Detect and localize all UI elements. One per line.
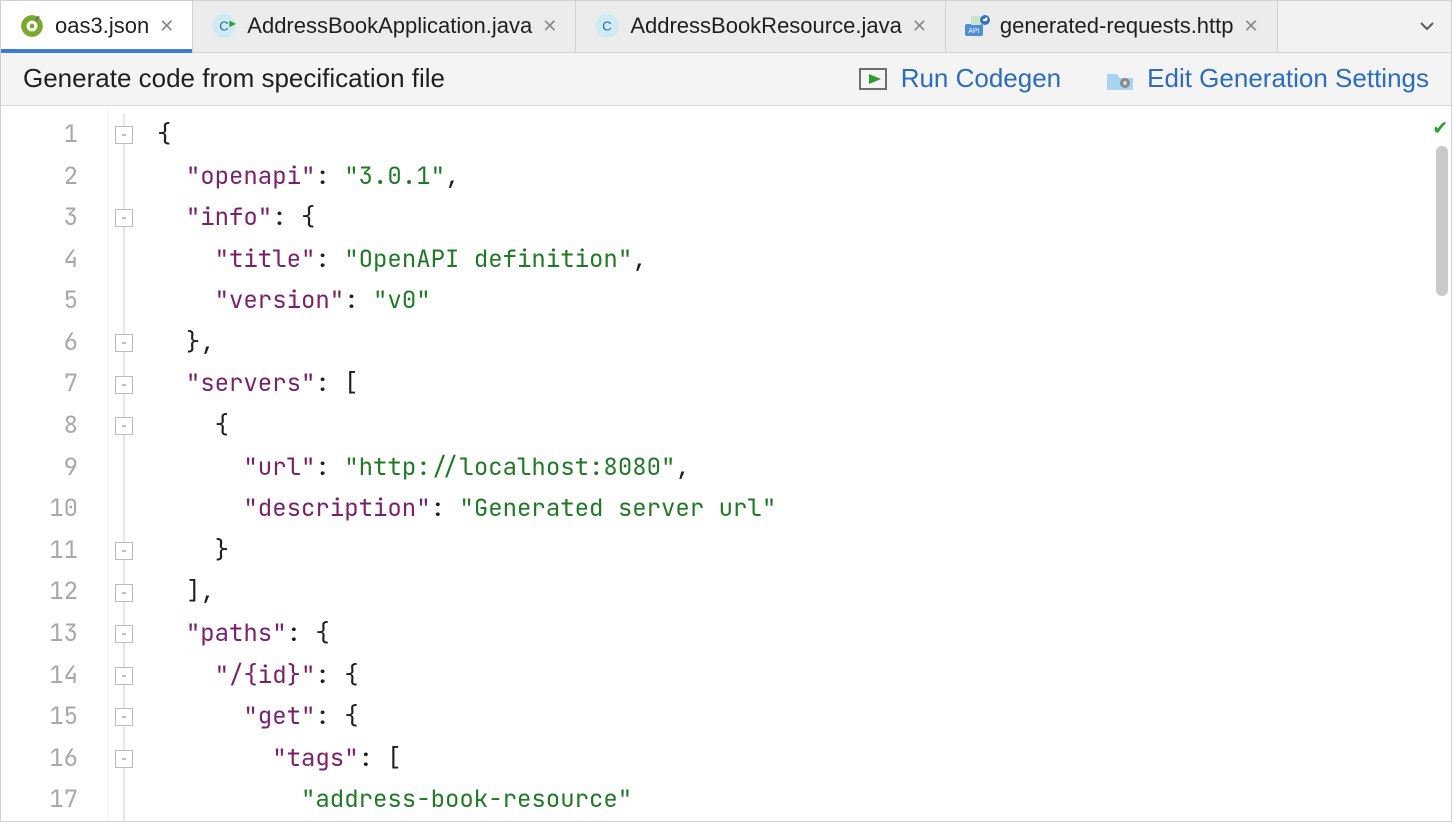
line-number: 1 bbox=[1, 114, 108, 156]
code-line: { bbox=[157, 114, 1451, 156]
codegen-banner: Generate code from specification file Ru… bbox=[1, 53, 1451, 106]
fold-toggle[interactable]: − bbox=[115, 667, 133, 685]
code-line: "servers": [ bbox=[157, 363, 1451, 405]
code-line: "info": { bbox=[157, 197, 1451, 239]
edit-generation-settings-link[interactable]: Edit Generation Settings bbox=[1105, 63, 1429, 94]
openapi-icon bbox=[19, 13, 45, 39]
line-number: 11 bbox=[1, 530, 108, 572]
scrollbar-thumb[interactable] bbox=[1436, 146, 1448, 296]
line-number: 15 bbox=[1, 696, 108, 738]
tab-label: generated-requests.http bbox=[1000, 13, 1234, 39]
folder-gear-icon bbox=[1105, 66, 1135, 92]
line-number: 2 bbox=[1, 156, 108, 198]
tab-generated-requests[interactable]: API generated-requests.http ✕ bbox=[946, 1, 1278, 52]
code-line: }, bbox=[157, 322, 1451, 364]
tab-label: AddressBookApplication.java bbox=[247, 13, 532, 39]
java-run-icon: C bbox=[211, 13, 237, 39]
fold-toggle[interactable]: − bbox=[115, 542, 133, 560]
code-area[interactable]: { "openapi": "3.0.1", "info": { "title":… bbox=[109, 106, 1451, 821]
fold-toggle[interactable]: − bbox=[115, 417, 133, 435]
code-line: "description": "Generated server url" bbox=[157, 488, 1451, 530]
fold-toggle[interactable]: − bbox=[115, 209, 133, 227]
tab-label: oas3.json bbox=[55, 13, 149, 39]
inspection-ok-icon: ✔ bbox=[1434, 112, 1447, 141]
java-class-icon: C bbox=[594, 13, 620, 39]
line-number: 12 bbox=[1, 571, 108, 613]
line-number: 5 bbox=[1, 280, 108, 322]
tab-label: AddressBookResource.java bbox=[630, 13, 901, 39]
close-icon[interactable]: ✕ bbox=[1244, 17, 1259, 35]
fold-toggle[interactable]: − bbox=[115, 376, 133, 394]
code-line: "address-book-resource" bbox=[157, 779, 1451, 821]
code-line: } bbox=[157, 530, 1451, 572]
line-number: 13 bbox=[1, 613, 108, 655]
code-line: "url": "http://localhost:8080", bbox=[157, 447, 1451, 489]
error-stripe: ✔ bbox=[1433, 106, 1451, 821]
code-line: "title": "OpenAPI definition", bbox=[157, 239, 1451, 281]
fold-toggle[interactable]: − bbox=[115, 750, 133, 768]
line-number: 4 bbox=[1, 239, 108, 281]
tab-addressbook-resource[interactable]: C AddressBookResource.java ✕ bbox=[576, 1, 946, 52]
code-line: "openapi": "3.0.1", bbox=[157, 156, 1451, 198]
run-codegen-label: Run Codegen bbox=[901, 63, 1061, 94]
code-line: "get": { bbox=[157, 696, 1451, 738]
svg-text:API: API bbox=[968, 28, 979, 35]
code-line: ], bbox=[157, 571, 1451, 613]
code-line: { bbox=[157, 405, 1451, 447]
editor-window: oas3.json ✕ C AddressBookApplication.jav… bbox=[0, 0, 1452, 822]
run-codegen-link[interactable]: Run Codegen bbox=[859, 63, 1061, 94]
code-line: "/{id}": { bbox=[157, 655, 1451, 697]
line-number: 3 bbox=[1, 197, 108, 239]
gutter: 1234567891011121314151617 bbox=[1, 106, 109, 821]
run-icon bbox=[859, 66, 889, 92]
http-api-icon: API bbox=[964, 13, 990, 39]
svg-text:C: C bbox=[603, 19, 612, 34]
close-icon[interactable]: ✕ bbox=[542, 17, 557, 35]
line-number: 16 bbox=[1, 738, 108, 780]
fold-toggle[interactable]: − bbox=[115, 708, 133, 726]
tab-bar: oas3.json ✕ C AddressBookApplication.jav… bbox=[1, 1, 1451, 53]
line-number: 10 bbox=[1, 488, 108, 530]
banner-title: Generate code from specification file bbox=[23, 63, 445, 94]
line-number: 6 bbox=[1, 322, 108, 364]
fold-toggle[interactable]: − bbox=[115, 334, 133, 352]
fold-toggle[interactable]: − bbox=[115, 126, 133, 144]
close-icon[interactable]: ✕ bbox=[159, 17, 174, 35]
fold-toggle[interactable]: − bbox=[115, 584, 133, 602]
tab-addressbook-application[interactable]: C AddressBookApplication.java ✕ bbox=[193, 1, 576, 52]
tab-oas3-json[interactable]: oas3.json ✕ bbox=[1, 1, 193, 52]
more-tabs-button[interactable] bbox=[1403, 1, 1451, 52]
code-editor[interactable]: 1234567891011121314151617 −−−−−−−−−−− { … bbox=[1, 106, 1451, 821]
code-line: "version": "v0" bbox=[157, 280, 1451, 322]
edit-generation-settings-label: Edit Generation Settings bbox=[1147, 63, 1429, 94]
line-number: 9 bbox=[1, 447, 108, 489]
code-line: "paths": { bbox=[157, 613, 1451, 655]
line-number: 8 bbox=[1, 405, 108, 447]
line-number: 7 bbox=[1, 363, 108, 405]
fold-toggle[interactable]: − bbox=[115, 625, 133, 643]
line-number: 17 bbox=[1, 779, 108, 821]
close-icon[interactable]: ✕ bbox=[912, 17, 927, 35]
line-number: 14 bbox=[1, 655, 108, 697]
tabbar-spacer bbox=[1278, 1, 1403, 52]
code-line: "tags": [ bbox=[157, 738, 1451, 780]
fold-column: − − − − − − − − − − − bbox=[109, 106, 141, 821]
svg-text:C: C bbox=[220, 19, 229, 34]
